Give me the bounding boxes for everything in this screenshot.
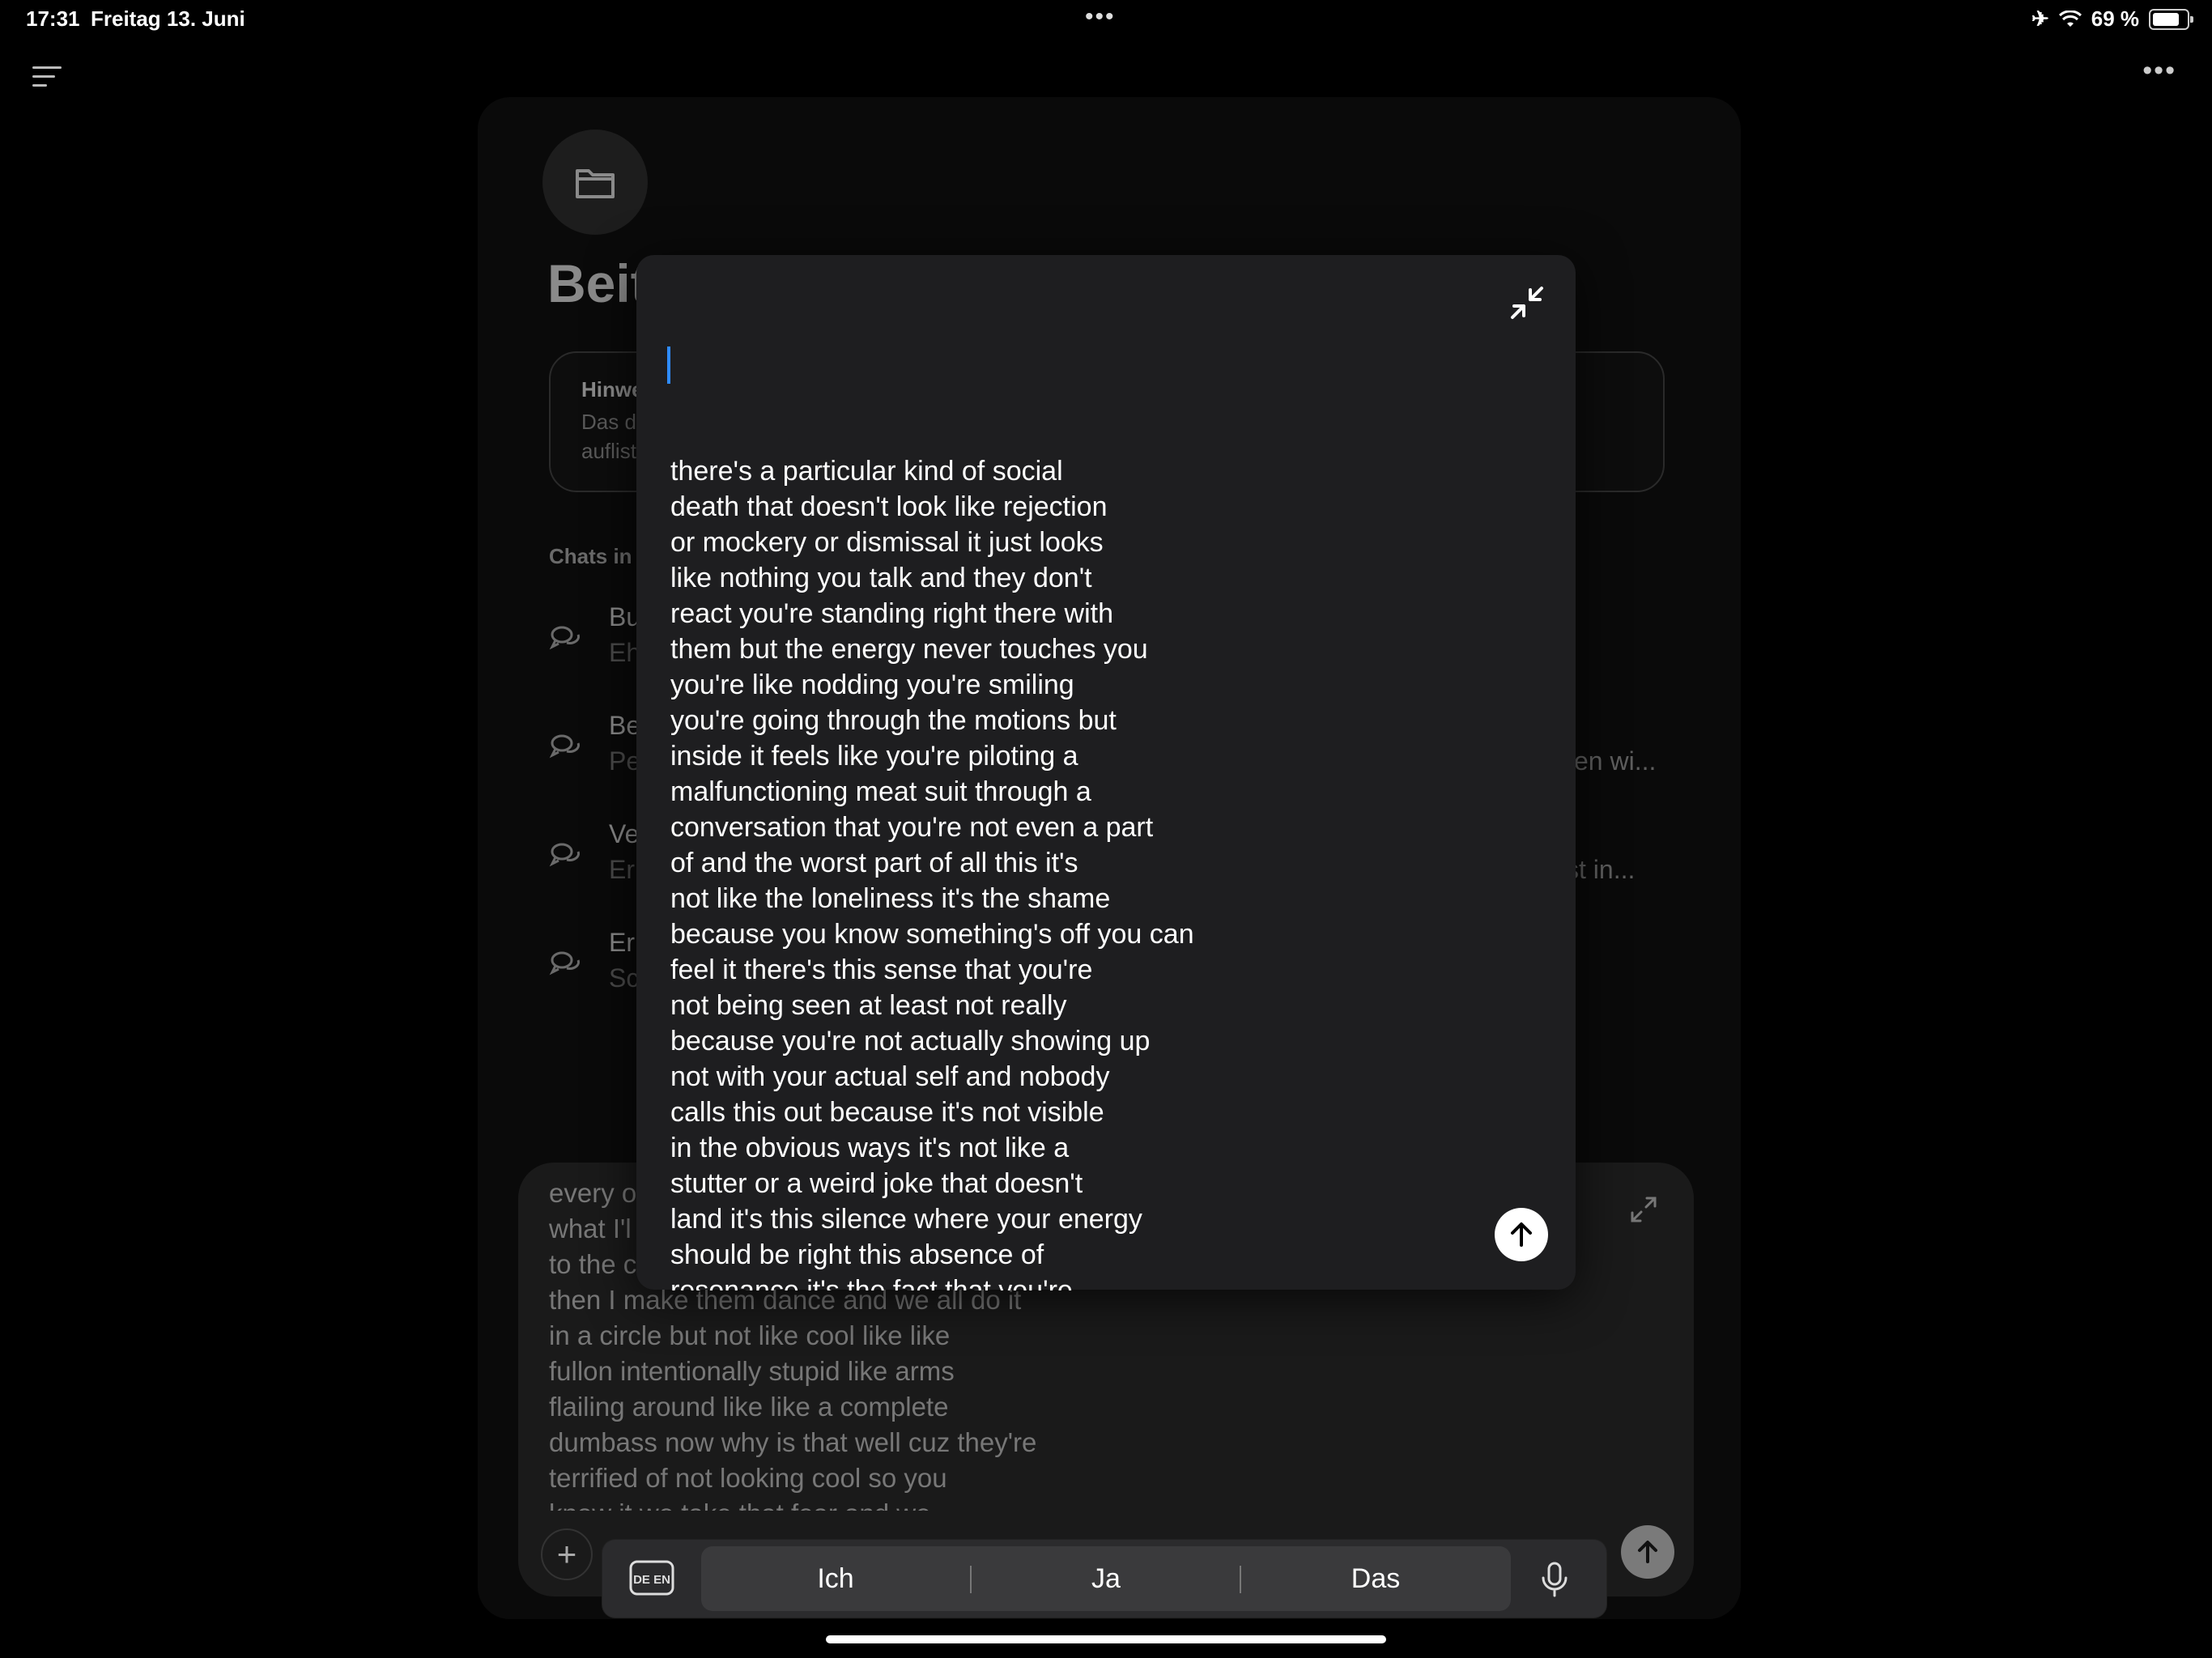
chat-preview-tail: st in... — [1566, 855, 1636, 884]
hint-title: Hinwe — [581, 377, 644, 402]
status-indicators: ✈ 69 % — [2031, 6, 2193, 32]
plus-icon[interactable]: + — [541, 1528, 593, 1580]
modal-send-button[interactable] — [1495, 1208, 1548, 1261]
chat-bubbles-icon — [549, 951, 580, 976]
more-icon[interactable]: ••• — [2142, 55, 2176, 87]
chat-title[interactable]: Er — [609, 928, 635, 958]
mic-icon[interactable] — [1538, 1561, 1571, 1598]
project-title: Beit — [547, 253, 649, 313]
menu-icon[interactable] — [32, 65, 65, 89]
multitasking-dots-icon[interactable]: ••• — [1085, 3, 1116, 31]
send-button[interactable] — [1621, 1525, 1674, 1579]
language-switch-icon[interactable]: DE EN — [628, 1558, 675, 1598]
status-date: Freitag 13. Juni — [91, 6, 245, 31]
arrow-up-icon — [1638, 1541, 1657, 1563]
chat-bubbles-icon — [549, 626, 580, 650]
collapse-icon[interactable] — [1508, 283, 1546, 322]
expand-icon[interactable] — [1629, 1195, 1658, 1224]
suggestion-item[interactable]: Ja — [972, 1546, 1240, 1611]
battery-icon — [2149, 8, 2193, 30]
arrow-up-icon — [1511, 1222, 1532, 1247]
battery-percent: 69 % — [2091, 6, 2139, 31]
wifi-icon — [2058, 10, 2082, 27]
chat-bubbles-icon — [549, 843, 580, 867]
text-cursor — [667, 346, 670, 384]
home-indicator[interactable] — [826, 1635, 1386, 1643]
chat-subtitle: Sc — [609, 963, 640, 993]
folder-icon[interactable] — [542, 130, 648, 235]
chat-title[interactable]: Ve — [609, 819, 639, 849]
airplane-icon: ✈ — [2031, 6, 2049, 31]
language-label: DE EN — [633, 1573, 670, 1587]
chat-preview-tail: en wi... — [1574, 746, 1657, 776]
status-time: 17:31 — [26, 6, 80, 31]
chat-subtitle: Er — [609, 855, 635, 884]
suggestion-item[interactable]: Das — [1241, 1546, 1510, 1611]
hint-text-line: Das d — [581, 410, 636, 434]
suggestion-item[interactable]: Ich — [701, 1546, 970, 1611]
modal-text[interactable]: there's a particular kind of social deat… — [670, 453, 1399, 1290]
chat-bubbles-icon — [549, 734, 580, 759]
hint-text-line: auflist — [581, 439, 636, 463]
chats-section-label: Chats in — [549, 544, 632, 568]
